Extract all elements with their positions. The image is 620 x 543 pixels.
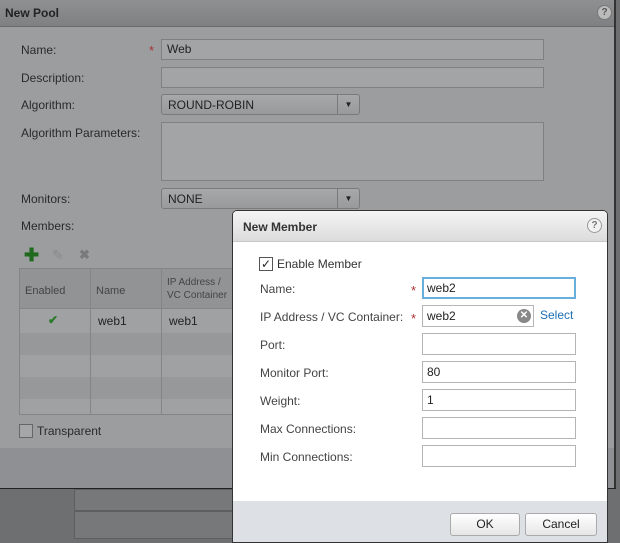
members-table: Enabled Name IP Address / VC Container ✔… xyxy=(19,268,239,415)
select-link[interactable]: Select xyxy=(540,308,573,322)
dialog-title: New Pool xyxy=(5,6,60,20)
max-connections-label: Max Connections: xyxy=(260,422,357,436)
dialog-header: New Pool ? xyxy=(0,0,614,27)
min-connections-input[interactable] xyxy=(422,445,576,467)
dialog-title: New Member xyxy=(243,220,318,234)
description-input[interactable] xyxy=(161,67,544,88)
transparent-label: Transparent xyxy=(37,424,102,438)
dropdown-arrow-icon: ▼ xyxy=(337,95,359,114)
member-name-input[interactable]: web2 xyxy=(422,277,576,299)
add-icon[interactable]: ✚ xyxy=(24,245,39,266)
row-ip: web1 xyxy=(169,314,198,328)
port-label: Port: xyxy=(260,338,286,352)
algorithm-select[interactable]: ROUND-ROBIN ▼ xyxy=(161,94,360,115)
name-label: Name: xyxy=(260,282,296,296)
monitor-port-label: Monitor Port: xyxy=(260,366,329,380)
port-input[interactable] xyxy=(422,333,576,355)
row-name: web1 xyxy=(98,314,127,328)
dialog-header: New Member ? xyxy=(233,211,607,242)
members-label: Members: xyxy=(21,219,75,233)
monitors-select[interactable]: NONE ▼ xyxy=(161,188,360,209)
new-member-dialog: New Member ? ✓ Enable Member Name: * web… xyxy=(232,210,608,543)
monitor-port-input[interactable]: 80 xyxy=(422,361,576,383)
background-strip xyxy=(74,511,234,539)
required-icon: * xyxy=(411,283,417,298)
column-name[interactable]: Name xyxy=(96,285,125,297)
algorithm-value: ROUND-ROBIN xyxy=(168,98,254,112)
pool-name-input[interactable]: Web xyxy=(161,39,544,60)
weight-label: Weight: xyxy=(260,394,301,408)
help-icon[interactable]: ? xyxy=(587,218,602,233)
edit-icon[interactable]: ✎ xyxy=(52,247,64,264)
column-enabled[interactable]: Enabled xyxy=(25,285,65,297)
enable-member-checkbox[interactable]: ✓ xyxy=(259,257,273,271)
algorithm-label: Algorithm: xyxy=(21,98,76,112)
algorithm-params-input[interactable] xyxy=(161,122,544,181)
check-icon: ✔ xyxy=(48,313,59,327)
ip-label: IP Address / VC Container: xyxy=(260,310,404,324)
required-icon: * xyxy=(411,311,417,326)
monitors-value: NONE xyxy=(168,192,203,206)
dialog-footer: OK Cancel xyxy=(233,501,607,542)
help-icon[interactable]: ? xyxy=(597,5,612,20)
ok-button[interactable]: OK xyxy=(450,513,520,536)
cancel-button[interactable]: Cancel xyxy=(525,513,597,536)
dropdown-arrow-icon: ▼ xyxy=(337,189,359,208)
required-icon: * xyxy=(149,43,155,58)
name-label: Name: xyxy=(21,43,57,57)
description-label: Description: xyxy=(21,71,85,85)
background-strip xyxy=(74,489,234,511)
max-connections-input[interactable] xyxy=(422,417,576,439)
clear-icon[interactable]: ✕ xyxy=(517,309,531,323)
ip-value: web2 xyxy=(427,309,456,323)
monitors-label: Monitors: xyxy=(21,192,71,206)
min-connections-label: Min Connections: xyxy=(260,450,353,464)
weight-input[interactable]: 1 xyxy=(422,389,576,411)
transparent-checkbox[interactable] xyxy=(19,424,33,438)
enable-member-label: Enable Member xyxy=(277,257,362,271)
column-ip[interactable]: IP Address / VC Container xyxy=(167,276,235,302)
delete-icon[interactable]: ✖ xyxy=(79,247,90,263)
algorithm-params-label: Algorithm Parameters: xyxy=(21,126,141,140)
